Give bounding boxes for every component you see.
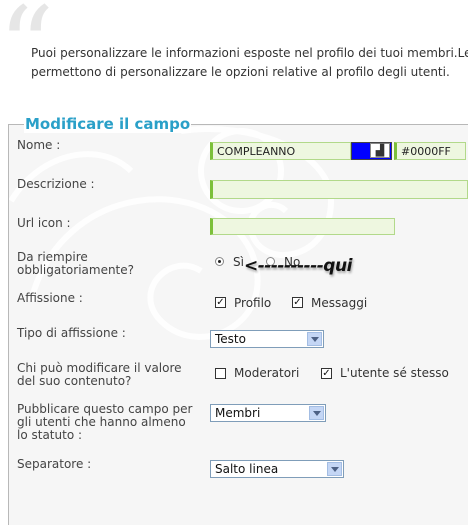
separatore-select[interactable]: Salto linea [210, 460, 344, 478]
url-icon-input[interactable] [210, 218, 395, 235]
separatore-label: Separatore : [17, 457, 92, 471]
color-input[interactable]: #0000FF [394, 142, 466, 160]
intro-line-1: Puoi personalizzare le informazioni espo… [31, 46, 468, 60]
separatore-value: Salto linea [215, 462, 279, 476]
obbligatorio-label: Da riempire obbligatoriamente? [17, 251, 134, 277]
moderatori-checkbox[interactable] [215, 368, 226, 379]
nome-label: Nome : [17, 138, 61, 152]
chevron-down-icon[interactable] [327, 462, 342, 476]
pubblicare-label-line3: lo statuto : [17, 428, 83, 442]
paint-bucket-icon[interactable]: ▟ [370, 143, 390, 158]
utente-checkbox[interactable]: ✓ [321, 368, 332, 379]
obbligatorio-si-label: Sì [233, 255, 244, 269]
profilo-label: Profilo [234, 296, 272, 310]
affissione-label: Affissione : [17, 291, 83, 305]
panel-title: Modificare il campo [24, 115, 192, 133]
intro-text: Puoi personalizzare le informazioni espo… [31, 44, 468, 82]
tipo-affissione-label: Tipo di affissione : [17, 326, 126, 340]
profilo-checkbox[interactable]: ✓ [215, 297, 226, 308]
obbligatorio-label-line2: obbligatoriamente? [17, 263, 135, 277]
url-icon-label: Url icon : [17, 216, 71, 230]
descrizione-label: Descrizione : [17, 177, 95, 191]
chevron-down-icon[interactable] [309, 406, 324, 420]
tipo-affissione-value: Testo [215, 332, 246, 346]
top-strip [0, 0, 468, 6]
moderatori-label: Moderatori [234, 366, 300, 380]
messaggi-checkbox[interactable]: ✓ [292, 297, 303, 308]
chevron-down-icon[interactable] [307, 332, 322, 346]
qui-annotation: <----------qui [244, 256, 352, 276]
modifica-label-line2: del suo contenuto? [17, 374, 132, 388]
pubblicare-value: Membri [215, 406, 261, 420]
nome-input[interactable]: COMPLEANNO [210, 142, 351, 160]
intro-line-2: permettono di personalizzare le opzioni … [31, 65, 450, 79]
utente-label: L'utente sé stesso [340, 366, 449, 380]
obbligatorio-si-radio[interactable] [215, 257, 224, 266]
modifica-label: Chi può modificare il valore del suo con… [17, 362, 182, 388]
pubblicare-select[interactable]: Membri [210, 404, 326, 422]
tipo-affissione-select[interactable]: Testo [210, 330, 324, 348]
messaggi-label: Messaggi [311, 296, 368, 310]
descrizione-input[interactable] [210, 180, 468, 199]
pubblicare-label: Pubblicare questo campo per gli utenti c… [17, 403, 192, 442]
